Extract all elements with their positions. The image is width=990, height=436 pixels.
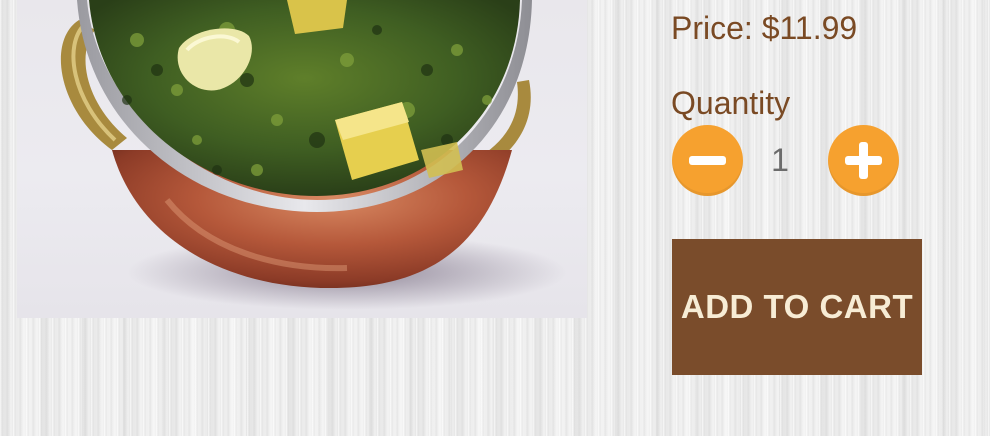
quantity-value: 1 xyxy=(771,142,789,178)
add-to-cart-button[interactable]: ADD TO CART xyxy=(672,239,922,375)
minus-icon xyxy=(689,156,726,165)
quantity-label: Quantity xyxy=(671,85,791,121)
product-price: Price: $11.99 xyxy=(671,10,858,46)
quantity-increment-button[interactable] xyxy=(828,125,899,196)
product-image xyxy=(17,0,587,318)
quantity-decrement-button[interactable] xyxy=(672,125,743,196)
